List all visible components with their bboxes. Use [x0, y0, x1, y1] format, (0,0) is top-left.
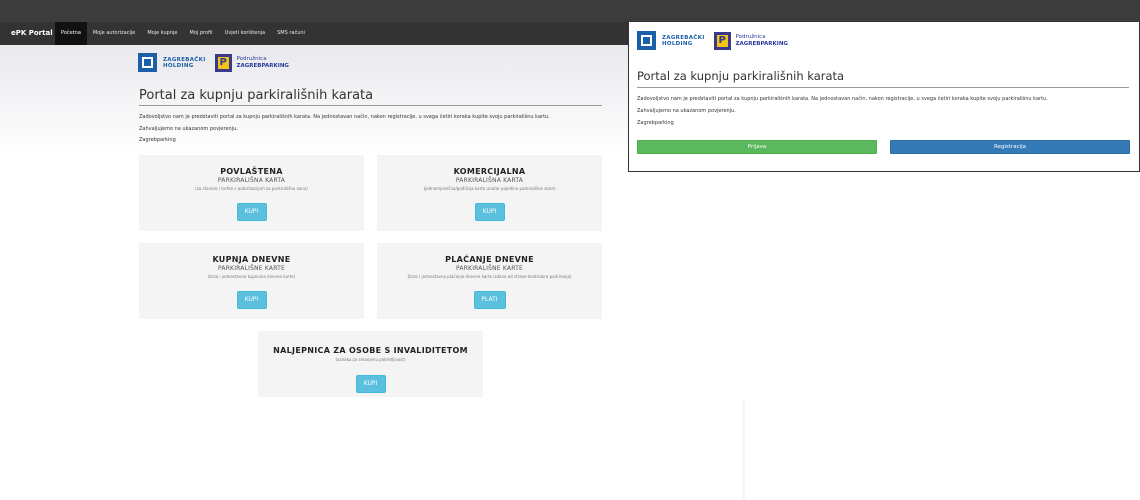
kupi-dnevne-button[interactable]: KUPI — [236, 291, 267, 309]
panel-title: Portal za kupnju parkirališnih karata — [637, 69, 845, 83]
kupi-naljepnica-button[interactable]: KUPI — [355, 375, 386, 393]
thanks-paragraph: Zahvaljujemo na ukazanom povjerenju. — [139, 126, 238, 132]
card-title: KOMERCIJALNA — [453, 167, 526, 176]
zagrebparking-logo-icon — [214, 53, 232, 72]
register-button[interactable]: Registracija — [890, 140, 1130, 154]
page-title: Portal za kupnju parkirališnih karata — [139, 88, 374, 103]
zagrebparking-logo-icon — [713, 31, 731, 50]
card-title: POVLAŠTENA — [220, 167, 283, 176]
zagrebacki-holding-logo-icon — [637, 31, 656, 50]
login-panel: ZAGREBAČKI HOLDING Podružnica ZAGREBPARK… — [628, 21, 1140, 172]
card-subtitle: PARKIRALIŠNE KARTE — [217, 265, 286, 272]
intro-paragraph: Zadovoljstvo nam je predstaviti portal z… — [139, 114, 550, 120]
card-povlastena: POVLAŠTENA PARKIRALIŠNA KARTA (za stanar… — [139, 155, 364, 231]
card-subtitle: PARKIRALIŠNE KARTE — [455, 265, 524, 272]
card-title: KUPNJA DNEVNE — [212, 255, 291, 264]
nav-item-pocetna[interactable]: Početna — [55, 22, 87, 45]
card-kupnja-dnevne: KUPNJA DNEVNE PARKIRALIŠNE KARTE (brza i… — [139, 243, 364, 319]
plati-dnevne-button[interactable]: PLATI — [473, 291, 506, 309]
panel-divider — [637, 87, 1129, 88]
nav-menu: Početna Moje autorizacije Moje kupnje Mo… — [55, 22, 311, 45]
kupi-povlastena-button[interactable]: KUPI — [236, 203, 267, 221]
card-note: (brza i jednostavna kupovina dnevne kart… — [207, 274, 296, 279]
login-button[interactable]: Prijava — [637, 140, 877, 154]
card-note: (oznaka za smanjenu pokretljivost) — [335, 357, 406, 362]
zagrebacki-holding-logo-icon — [138, 53, 157, 72]
card-naljepnica: NALJEPNICA ZA OSOBE S INVALIDITETOM (ozn… — [258, 331, 483, 397]
zagrebparking-logo-text: Podružnica ZAGREBPARKING — [236, 56, 289, 69]
card-subtitle: PARKIRALIŠNA KARTA — [217, 177, 286, 184]
brand-link[interactable]: ePK Portal — [11, 22, 53, 45]
panel-intro-paragraph: Zadovoljstvo nam je predstaviti portal z… — [637, 96, 1048, 102]
zagrebacki-holding-logo-text: ZAGREBAČKI HOLDING — [662, 34, 705, 47]
nav-item-uvjeti-koristenja[interactable]: Uvjeti korištenja — [219, 22, 272, 45]
signature-paragraph: Zagrebparking — [139, 137, 176, 143]
card-placanje-dnevne: PLAĆANJE DNEVNE PARKIRALIŠNE KARTE (brzo… — [377, 243, 602, 319]
card-note: (za stanare i tvrtke s autorizacijom za … — [195, 186, 308, 191]
title-divider — [139, 105, 602, 106]
card-note: (brzo i jednostavno plaćanje dnevne kart… — [407, 274, 572, 279]
panel-thanks-paragraph: Zahvaljujemo na ukazanom povjerenju. — [637, 108, 736, 114]
zagrebparking-logo-text: Podružnica ZAGREBPARKING — [735, 34, 788, 47]
card-subtitle: PARKIRALIŠNA KARTA — [455, 177, 524, 184]
window-top-area — [0, 0, 1140, 22]
card-title: NALJEPNICA ZA OSOBE S INVALIDITETOM — [273, 346, 468, 355]
card-title: PLAĆANJE DNEVNE — [445, 255, 534, 264]
zagrebacki-holding-logo-text: ZAGREBAČKI HOLDING — [163, 56, 206, 69]
nav-item-moje-kupnje[interactable]: Moje kupnje — [141, 22, 183, 45]
panel-logo-row: ZAGREBAČKI HOLDING Podružnica ZAGREBPARK… — [637, 31, 788, 50]
nav-item-moje-autorizacije[interactable]: Moje autorizacije — [87, 22, 141, 45]
nav-item-moj-profil[interactable]: Moj profil — [184, 22, 219, 45]
panel-signature-paragraph: Zagrebparking — [637, 120, 674, 126]
card-note: (jednomjesečna/godišnja karta unutar poj… — [423, 186, 556, 191]
kupi-komercijalna-button[interactable]: KUPI — [474, 203, 505, 221]
card-komercijalna: KOMERCIJALNA PARKIRALIŠNA KARTA (jednomj… — [377, 155, 602, 231]
logo-row: ZAGREBAČKI HOLDING Podružnica ZAGREBPARK… — [138, 53, 289, 72]
faint-divider — [742, 400, 745, 500]
nav-item-sms-racuni[interactable]: SMS računi — [271, 22, 311, 45]
